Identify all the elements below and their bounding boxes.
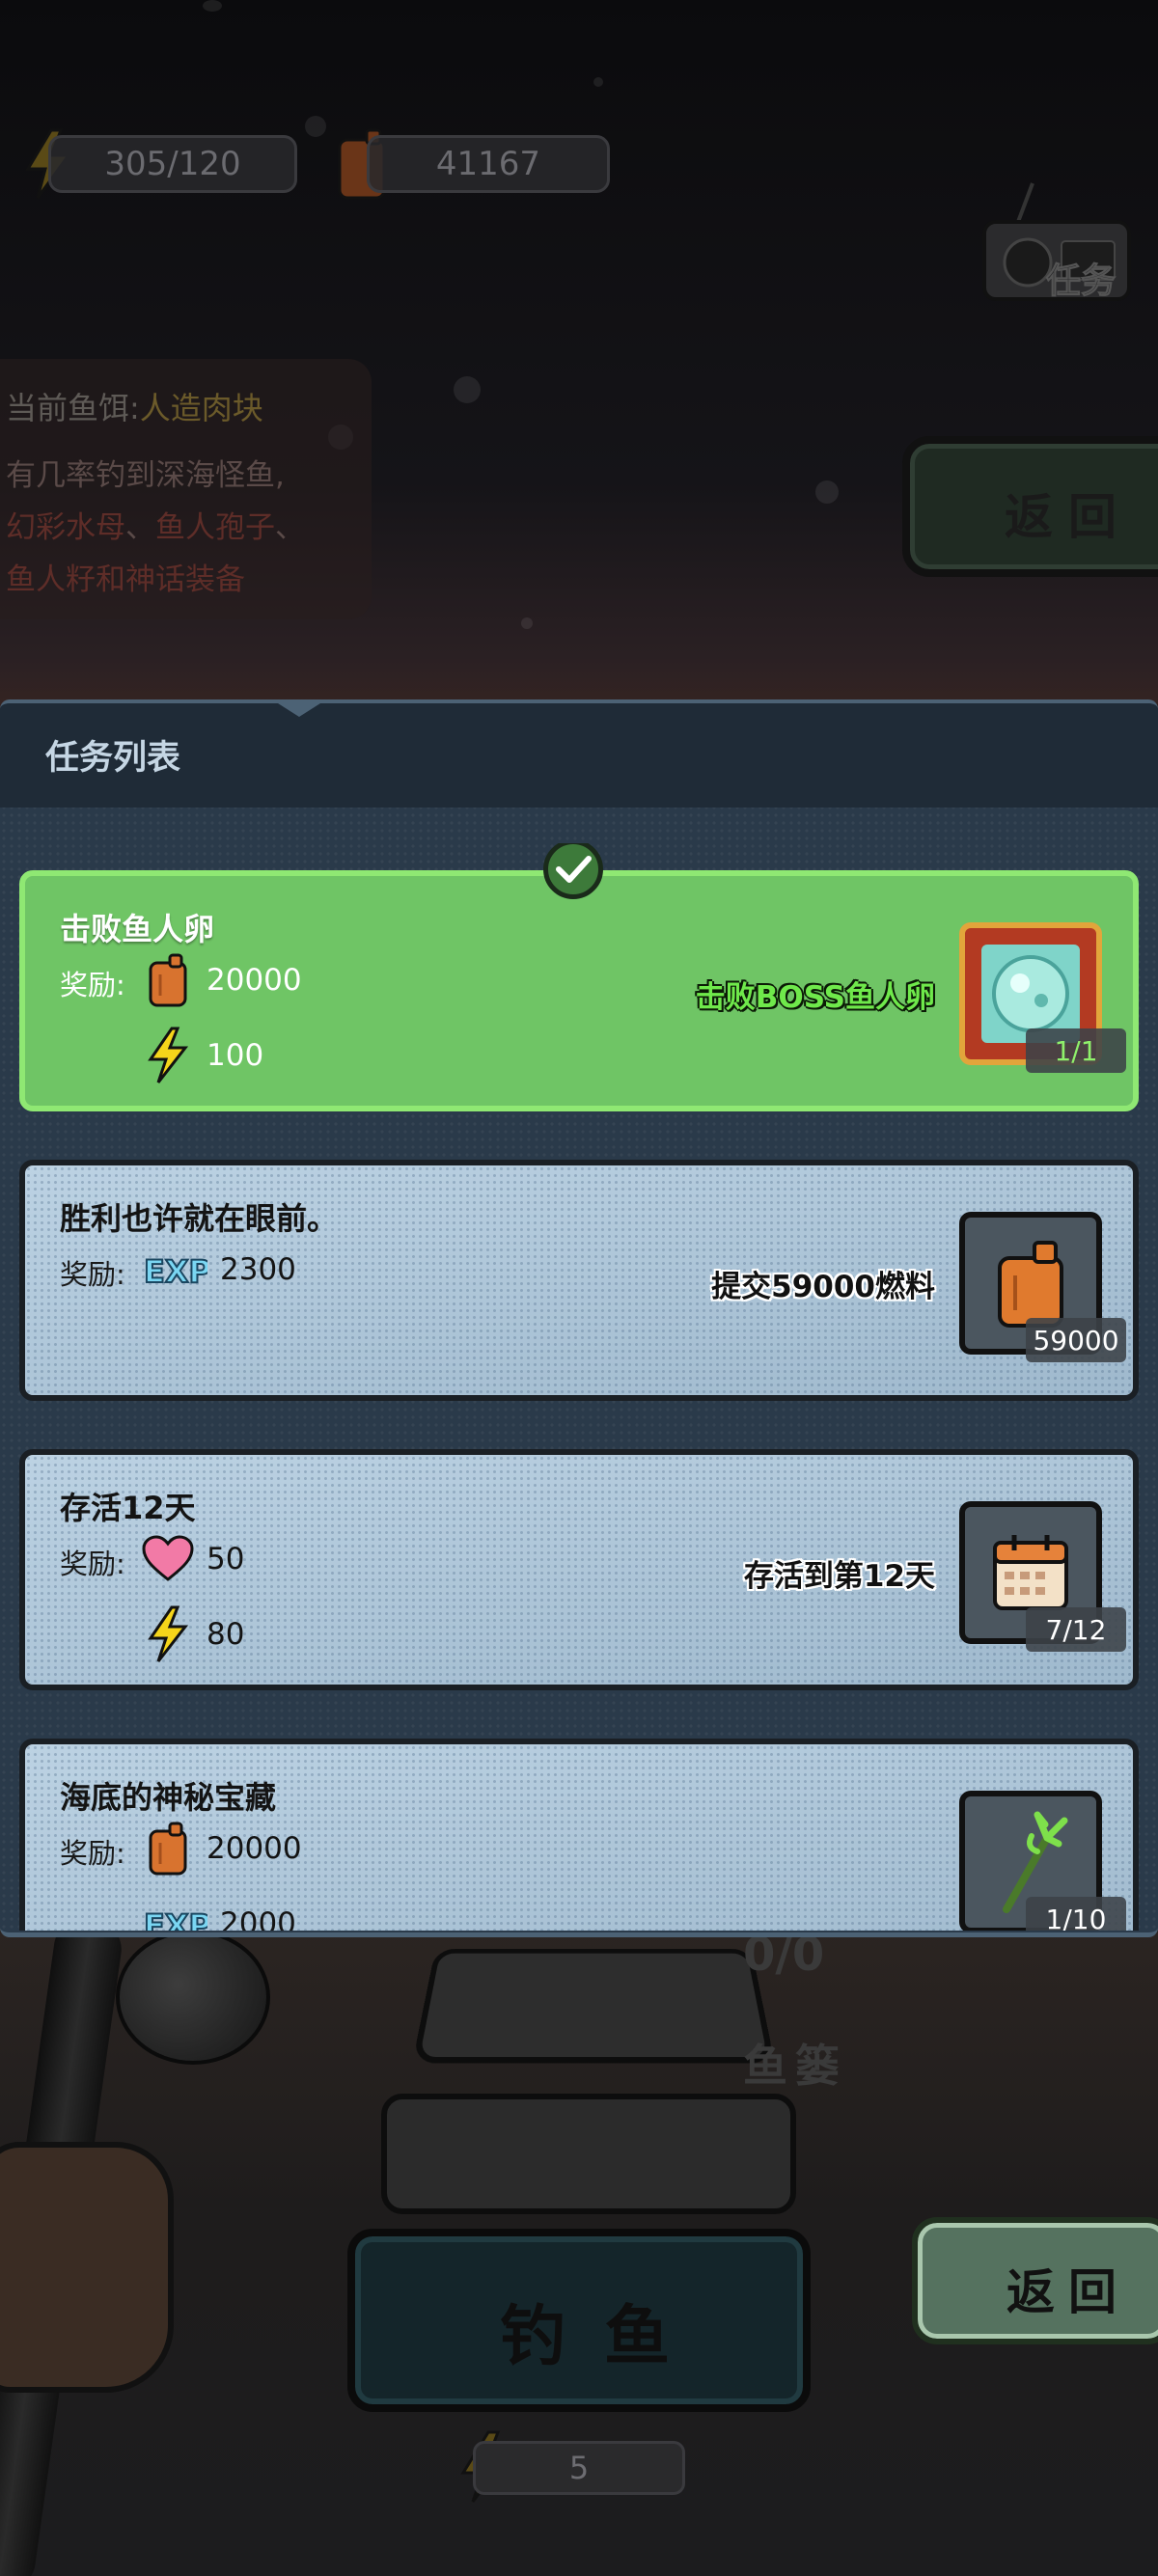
bait-desc-item1: 幻彩水母: [6, 510, 125, 545]
task-card[interactable]: 海底的神秘宝藏 奖励: 20000 EXP 2000 1/10: [19, 1739, 1139, 1931]
bait-desc-sep1: 、: [125, 510, 155, 545]
boat-seat: [381, 2094, 796, 2214]
reward-item: 20000: [141, 1820, 302, 1877]
lightning-icon: [141, 1027, 195, 1084]
back-button-bottom-label: 返回: [1006, 2264, 1130, 2320]
task-goal: 存活到第12天: [743, 1559, 935, 1594]
energy-counter: 305/120: [48, 135, 297, 193]
boat-seat: [412, 1948, 775, 2064]
fish-cost: 5: [473, 2441, 685, 2495]
bubble: [521, 617, 533, 629]
task-card[interactable]: 存活12天 奖励: 50 80 存活到第12天 7/12: [19, 1449, 1139, 1690]
reward-label: 奖励:: [60, 1258, 125, 1291]
task-goal: 提交59000燃料: [711, 1270, 935, 1304]
task-card[interactable]: 击败鱼人卵 奖励: 20000 100 击败BOSS鱼人卵 1/1: [19, 870, 1139, 1111]
task-panel-header: 任务列表: [0, 703, 1158, 808]
reward-value: 20000: [207, 963, 302, 998]
bait-desc-line1: 有几率钓到深海怪鱼,: [6, 458, 285, 493]
reward-label: 奖励:: [60, 1837, 125, 1870]
bubble: [593, 77, 603, 87]
bait-desc-line3: 鱼人籽和神话装备: [6, 562, 245, 597]
bait-title: 当前鱼饵:人造肉块: [6, 384, 372, 428]
task-goal: 击败BOSS鱼人卵: [695, 980, 935, 1015]
task-title: 击败鱼人卵: [60, 911, 215, 947]
task-title: 胜利也许就在眼前。: [60, 1200, 339, 1237]
back-button-bottom[interactable]: 返回: [912, 2217, 1158, 2344]
reward-item: EXP 2300: [141, 1241, 296, 1299]
bait-description: 有几率钓到深海怪鱼, 幻彩水母、鱼人孢子、 鱼人籽和神话装备: [6, 450, 324, 606]
fuel-counter: 41167: [367, 135, 610, 193]
reward-value: 2300: [220, 1252, 296, 1287]
task-title: 海底的神秘宝藏: [60, 1779, 277, 1816]
task-list-panel: 任务列表 击败鱼人卵 奖励: 20000 100 击败BOSS鱼人卵 1/1 胜…: [0, 699, 1158, 1937]
task-card[interactable]: 胜利也许就在眼前。 奖励: EXP 2300 提交59000燃料 59000: [19, 1160, 1139, 1401]
svg-text:EXP: EXP: [144, 1907, 207, 1931]
calendar-icon: [993, 1535, 1068, 1610]
back-button-top-label: 返回: [1005, 489, 1132, 545]
reward-item: EXP 2000: [141, 1895, 296, 1931]
reward-item: 20000: [141, 951, 302, 1009]
lightning-icon: [141, 1605, 195, 1663]
reward-item: 100: [141, 1027, 263, 1084]
back-button-top[interactable]: 返回: [902, 436, 1158, 577]
bait-name: 人造肉块: [139, 390, 263, 426]
exp-icon: EXP: [141, 1241, 208, 1299]
bait-label: 当前鱼饵:: [6, 390, 140, 426]
task-progress: 59000: [1026, 1318, 1126, 1362]
bubble: [305, 116, 326, 137]
fuel-value: 41167: [435, 145, 541, 183]
task-title: 存活12天: [60, 1490, 196, 1526]
task-progress: 1/1: [1026, 1028, 1126, 1073]
task-progress: 7/12: [1026, 1607, 1126, 1652]
fuel-can-icon: [141, 951, 195, 1009]
reward-value: 2000: [220, 1906, 296, 1931]
fish-cost-value: 5: [568, 2450, 590, 2486]
svg-text:EXP: EXP: [144, 1253, 207, 1289]
bait-info-panel: 当前鱼饵:人造肉块 有几率钓到深海怪鱼, 幻彩水母、鱼人孢子、 鱼人籽和神话装备: [0, 359, 372, 619]
task-panel-title: 任务列表: [45, 739, 181, 778]
reward-item: 50: [141, 1530, 244, 1588]
reward-label: 奖励:: [60, 1548, 125, 1580]
bubble: [203, 0, 222, 12]
reward-value: 80: [207, 1617, 245, 1652]
task-list[interactable]: 击败鱼人卵 奖励: 20000 100 击败BOSS鱼人卵 1/1 胜利也许就在…: [0, 843, 1158, 1931]
reward-item: 80: [141, 1605, 244, 1663]
task-radio-label: 任务: [1045, 261, 1117, 302]
heart-icon: [141, 1530, 195, 1588]
energy-value: 305/120: [104, 145, 241, 183]
fishing-reel: [116, 1930, 270, 2065]
bait-desc-sep2: 、: [275, 510, 305, 545]
bubble: [454, 376, 481, 403]
reward-value: 100: [207, 1038, 264, 1073]
fish-basket-label[interactable]: 鱼篓: [743, 2031, 847, 2095]
player-hand: [0, 2142, 174, 2393]
bubble: [815, 480, 839, 504]
reward-value: 20000: [207, 1831, 302, 1866]
exp-icon: EXP: [141, 1895, 208, 1931]
fish-button-label: 钓鱼: [500, 2299, 709, 2375]
bait-desc-item2: 鱼人孢子: [155, 510, 275, 545]
task-progress: 1/10: [1026, 1897, 1126, 1931]
panel-notch: [278, 703, 320, 717]
fish-button[interactable]: 钓鱼: [347, 2229, 811, 2412]
fuel-can-icon: [141, 1820, 195, 1877]
reward-label: 奖励:: [60, 969, 125, 1001]
reward-value: 50: [207, 1542, 245, 1576]
fuel-can-icon: [998, 1241, 1063, 1328]
